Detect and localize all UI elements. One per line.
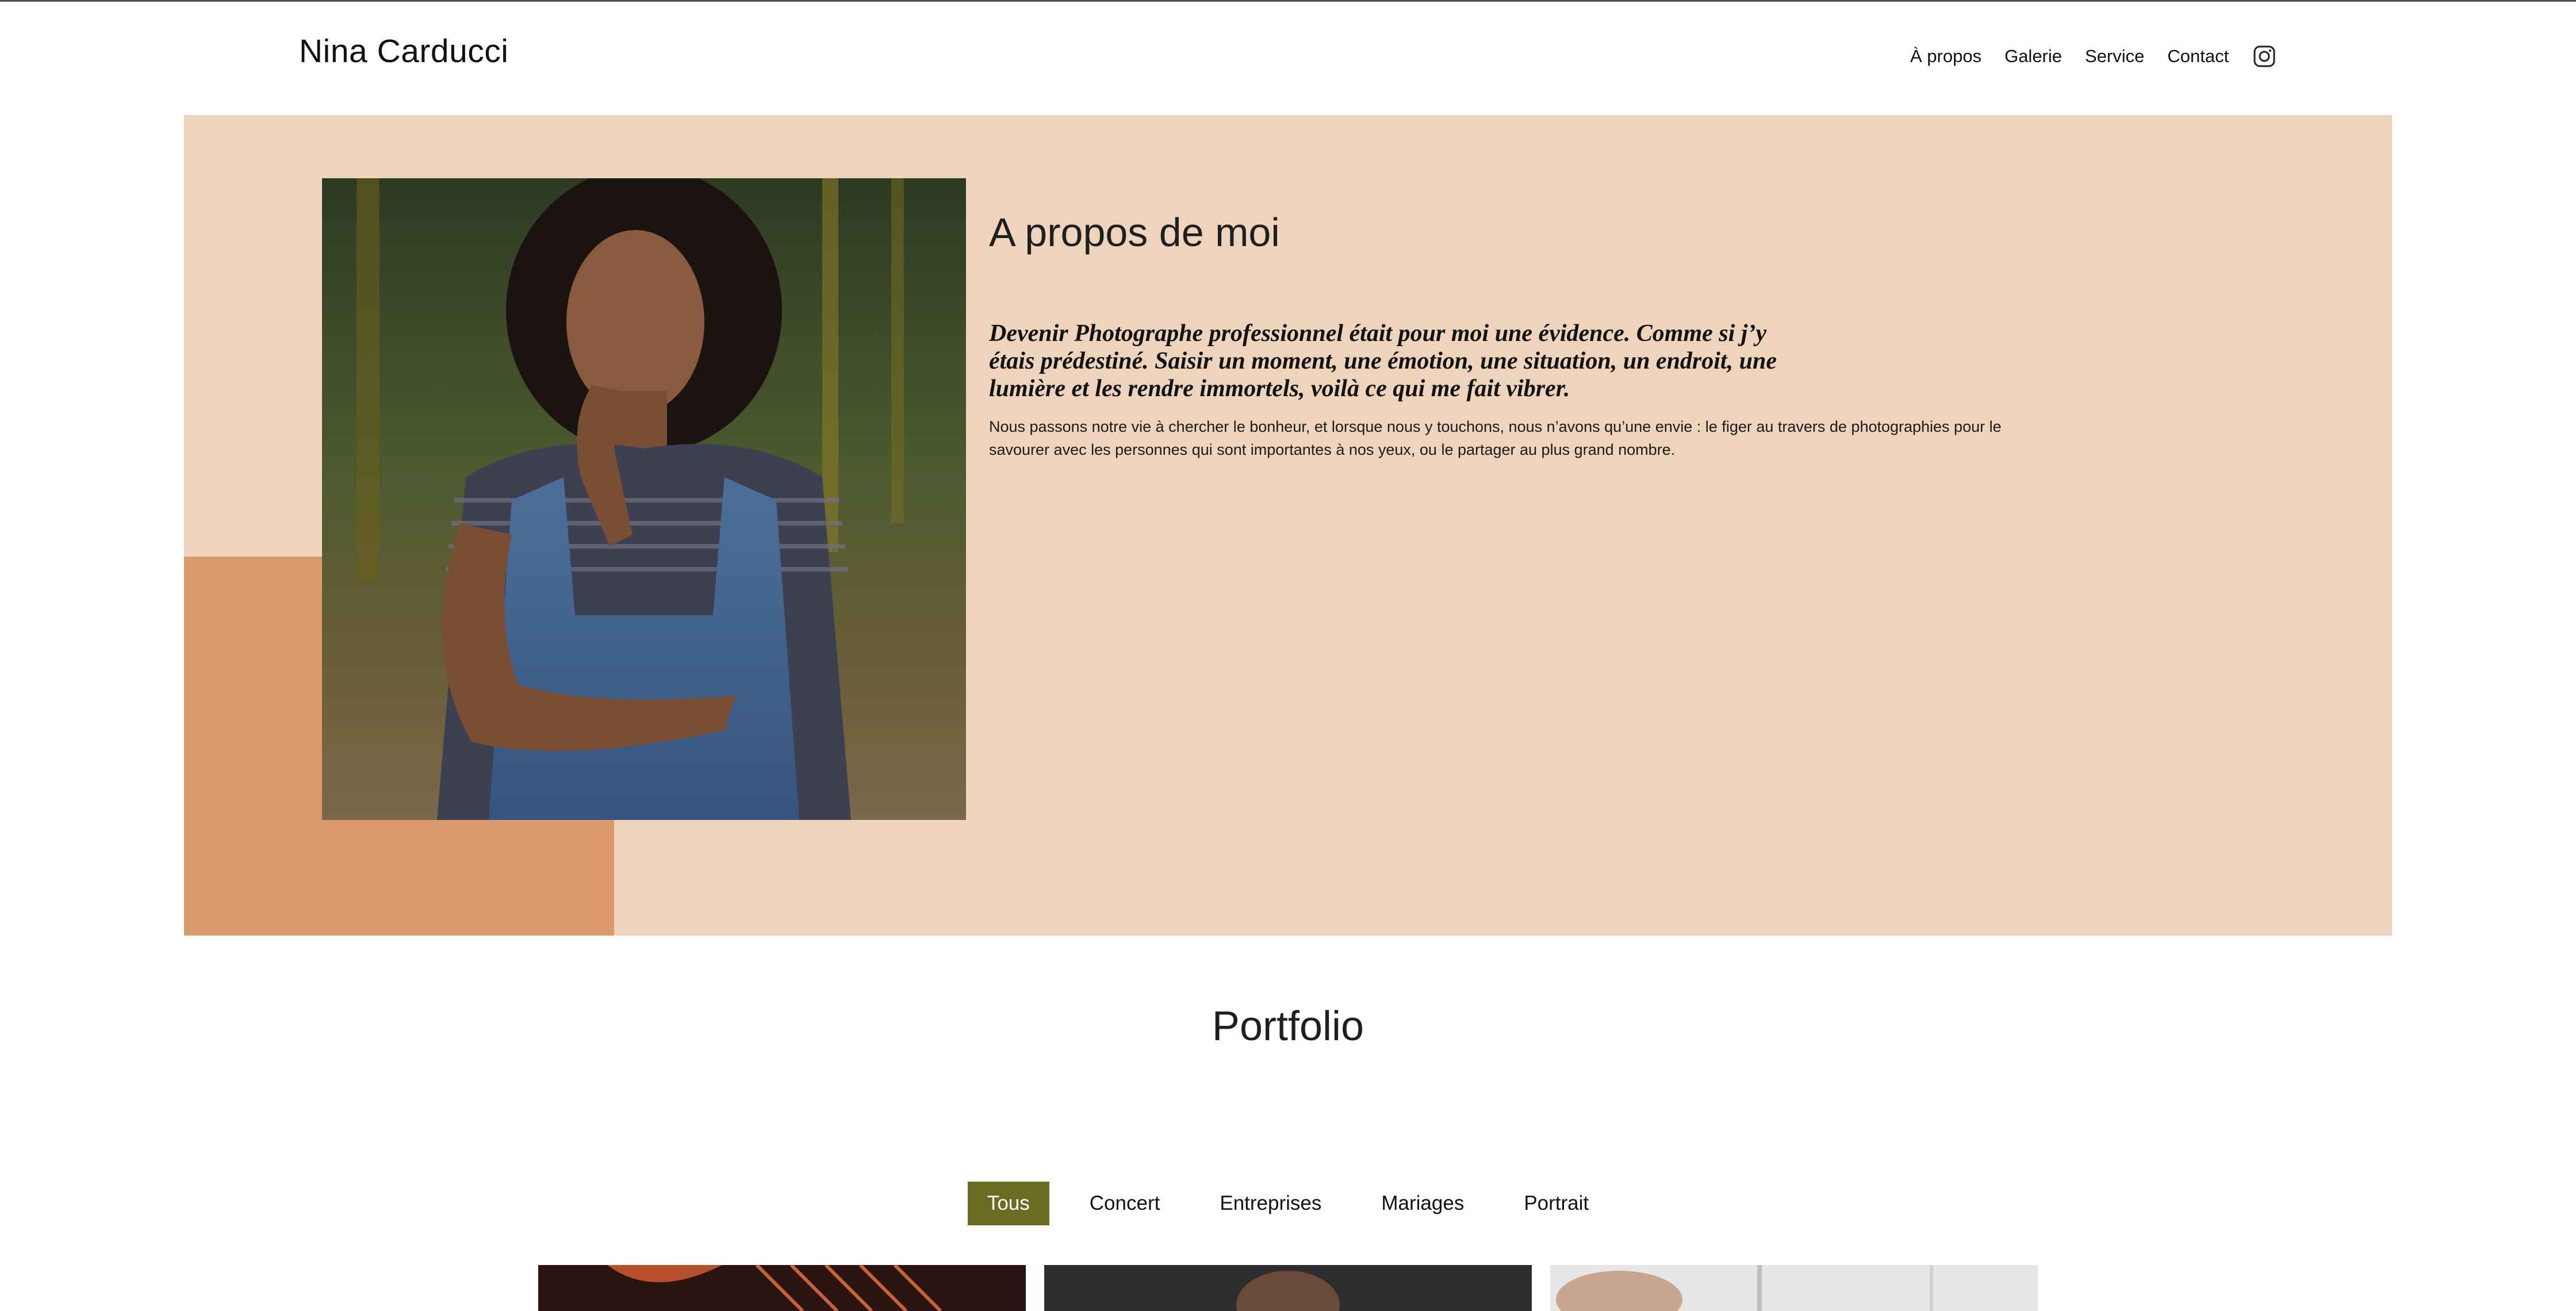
gallery-image[interactable]	[1044, 1265, 1532, 1311]
top-border	[0, 0, 2576, 2]
gallery-grid	[538, 1265, 2038, 1311]
gallery-image[interactable]	[538, 1265, 1026, 1311]
about-text: Nous passons notre vie à chercher le bon…	[989, 418, 2002, 458]
main-nav: À propos Galerie Service Contact	[1910, 45, 2276, 68]
nav-link-service[interactable]: Service	[2085, 46, 2144, 67]
filter-tous[interactable]: Tous	[967, 1182, 1049, 1225]
nav-link-contact[interactable]: Contact	[2167, 46, 2229, 67]
filter-entreprises[interactable]: Entreprises	[1200, 1182, 1341, 1225]
nav-link-a-propos[interactable]: À propos	[1910, 46, 1981, 67]
gallery-image[interactable]	[1550, 1265, 2038, 1311]
filter-mariages[interactable]: Mariages	[1362, 1182, 1483, 1225]
portfolio-title: Portfolio	[1212, 1003, 1364, 1049]
about-title: A propos de moi	[989, 210, 1280, 255]
nav-link-galerie[interactable]: Galerie	[2004, 46, 2062, 67]
filter-concert[interactable]: Concert	[1070, 1182, 1180, 1225]
portfolio-filters: Tous Concert Entreprises Mariages Portra…	[0, 1182, 2576, 1225]
instagram-icon[interactable]	[2253, 45, 2276, 68]
about-quote: Devenir Photographe professionnel était …	[989, 320, 1777, 402]
portrait-photo	[322, 178, 966, 820]
site-logo[interactable]: Nina Carducci	[299, 32, 508, 70]
filter-portrait[interactable]: Portrait	[1504, 1182, 1608, 1225]
